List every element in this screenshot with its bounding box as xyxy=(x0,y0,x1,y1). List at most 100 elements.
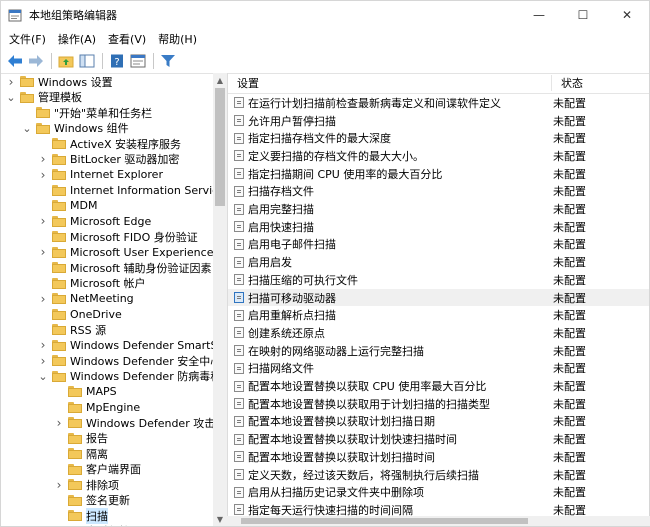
tree-node[interactable]: ⌄ 管理模板 xyxy=(5,90,82,105)
chevron-right-icon[interactable]: › xyxy=(37,245,49,259)
tree-node[interactable]: › BitLocker 驱动器加密 xyxy=(37,152,180,167)
up-folder-button[interactable] xyxy=(56,51,76,71)
policy-row[interactable]: 定义天数，经过该天数后，将强制执行后续扫描 未配置 xyxy=(228,466,649,484)
help-icon: ? xyxy=(111,54,123,68)
tree-node-label: Internet Explorer xyxy=(70,168,163,181)
policy-row[interactable]: 启用电子邮件扫描 未配置 xyxy=(228,236,649,254)
policy-row[interactable]: 启用快速扫描 未配置 xyxy=(228,218,649,236)
toolbar-separator xyxy=(153,53,154,69)
policy-row[interactable]: 扫描网络文件 未配置 xyxy=(228,360,649,378)
tree-node[interactable]: › Microsoft User Experience V xyxy=(37,245,213,260)
policy-row[interactable]: 启用启发 未配置 xyxy=(228,253,649,271)
scroll-down-arrow-icon[interactable]: ▼ xyxy=(213,512,227,526)
settings-horizontal-scrollbar[interactable] xyxy=(227,516,650,526)
properties-button[interactable] xyxy=(128,51,148,71)
tree-node[interactable]: 扫描 xyxy=(53,507,108,524)
back-button[interactable] xyxy=(5,51,25,71)
policy-row[interactable]: 配置本地设置替换以获取计划扫描时间 未配置 xyxy=(228,448,649,466)
scroll-up-arrow-icon[interactable]: ▲ xyxy=(213,73,227,87)
chevron-right-icon[interactable]: › xyxy=(37,214,49,228)
tree-node[interactable]: › Microsoft Edge xyxy=(37,214,152,229)
policy-row[interactable]: 扫描可移动驱动器 未配置 xyxy=(228,288,649,307)
chevron-right-icon[interactable]: › xyxy=(53,416,65,430)
tree-node[interactable]: ⌄ Windows 组件 xyxy=(21,121,128,136)
chevron-right-icon[interactable]: › xyxy=(53,478,65,492)
chevron-right-icon[interactable]: › xyxy=(37,292,49,306)
chevron-down-icon[interactable]: ⌄ xyxy=(21,122,33,135)
column-header-setting[interactable]: 设置 xyxy=(237,75,259,91)
menu-help[interactable]: 帮助(H) xyxy=(154,31,205,47)
menu-action[interactable]: 操作(A) xyxy=(54,31,104,47)
chevron-right-icon[interactable]: › xyxy=(5,75,17,89)
tree-node[interactable]: Internet Information Service xyxy=(37,183,213,198)
tree-node[interactable]: RSS 源 xyxy=(37,322,106,337)
tree-node[interactable]: 实时保护 xyxy=(53,524,130,526)
policy-row[interactable]: 创建系统还原点 未配置 xyxy=(228,324,649,342)
tree-node-label: 签名更新 xyxy=(86,494,130,507)
tree-node[interactable]: › Windows Defender 攻击防 xyxy=(53,415,213,430)
policy-name: 扫描存档文件 xyxy=(248,185,314,199)
policy-row[interactable]: 配置本地设置替换以获取用于计划扫描的扫描类型 未配置 xyxy=(228,395,649,413)
tree-node[interactable]: › 排除项 xyxy=(53,477,119,492)
tree-node-label: RSS 源 xyxy=(70,323,107,337)
tree-node[interactable]: ActiveX 安装程序服务 xyxy=(37,136,181,151)
policy-setting-icon xyxy=(234,292,244,304)
tree-node[interactable]: 签名更新 xyxy=(53,493,130,508)
tree-node[interactable]: › Windows 设置 xyxy=(5,74,113,89)
tree-node[interactable]: › Windows Defender SmartSc xyxy=(37,338,213,353)
chevron-right-icon[interactable]: › xyxy=(37,354,49,368)
policy-state: 未配置 xyxy=(553,256,586,270)
tree-node-label: 隔离 xyxy=(86,447,108,461)
tree-node[interactable]: MpEngine xyxy=(53,400,140,415)
menu-view[interactable]: 查看(V) xyxy=(104,31,154,47)
policy-row[interactable]: 启用从扫描历史记录文件夹中删除项 未配置 xyxy=(228,483,649,501)
tree-node[interactable]: Microsoft 辅助身份验证因素 xyxy=(37,260,212,275)
tree-node[interactable]: Microsoft FIDO 身份验证 xyxy=(37,229,198,244)
policy-row[interactable]: 在运行计划扫描前检查最新病毒定义和间谍软件定义 未配置 xyxy=(228,94,649,112)
tree-node[interactable]: MDM xyxy=(37,198,97,213)
tree-node[interactable]: › Internet Explorer xyxy=(37,167,163,182)
chevron-down-icon[interactable]: ⌄ xyxy=(5,91,17,104)
policy-row[interactable]: 指定扫描存档文件的最大深度 未配置 xyxy=(228,129,649,147)
chevron-right-icon[interactable]: › xyxy=(37,152,49,166)
tree-node[interactable]: MAPS xyxy=(53,384,117,399)
settings-hscroll-thumb[interactable] xyxy=(241,518,528,524)
close-button[interactable]: ✕ xyxy=(605,1,649,28)
policy-row[interactable]: 在映射的网络驱动器上运行完整扫描 未配置 xyxy=(228,342,649,360)
policy-row[interactable]: 配置本地设置替换以获取计划快速扫描时间 未配置 xyxy=(228,430,649,448)
tree-node[interactable]: 隔离 xyxy=(53,446,108,461)
tree-node[interactable]: 客户端界面 xyxy=(53,462,141,477)
tree-node[interactable]: ⌄ Windows Defender 防病毒程 xyxy=(37,369,213,384)
policy-row[interactable]: 允许用户暂停扫描 未配置 xyxy=(228,112,649,130)
policy-row[interactable]: 配置本地设置替换以获取计划扫描日期 未配置 xyxy=(228,413,649,431)
toolbar: ? xyxy=(1,49,649,74)
tree-node[interactable]: "开始"菜单和任务栏 xyxy=(21,105,152,120)
chevron-right-icon[interactable]: › xyxy=(37,338,49,352)
policy-row[interactable]: 配置本地设置替换以获取 CPU 使用率最大百分比 未配置 xyxy=(228,377,649,395)
tree-vertical-scrollbar[interactable]: ▲ ▼ xyxy=(213,73,227,526)
column-header-state[interactable]: 状态 xyxy=(561,75,583,91)
tree-node[interactable]: › NetMeeting xyxy=(37,291,134,306)
policy-row[interactable]: 扫描压缩的可执行文件 未配置 xyxy=(228,271,649,289)
filter-button[interactable] xyxy=(158,51,178,71)
chevron-down-icon[interactable]: ⌄ xyxy=(37,370,49,383)
menu-file[interactable]: 文件(F) xyxy=(5,31,54,47)
tree-node[interactable]: 报告 xyxy=(53,431,108,446)
minimize-button[interactable]: — xyxy=(517,1,561,28)
show-hide-tree-button[interactable] xyxy=(77,51,97,71)
maximize-button[interactable]: ☐ xyxy=(561,1,605,28)
forward-button[interactable] xyxy=(26,51,46,71)
tree-scroll-thumb[interactable] xyxy=(215,88,225,206)
policy-row[interactable]: 定义要扫描的存档文件的最大大小。 未配置 xyxy=(228,147,649,165)
policy-row[interactable]: 扫描存档文件 未配置 xyxy=(228,183,649,201)
policy-row[interactable]: 启用重解析点扫描 未配置 xyxy=(228,306,649,324)
policy-row[interactable]: 启用完整扫描 未配置 xyxy=(228,200,649,218)
tree-node[interactable]: OneDrive xyxy=(37,307,122,322)
column-divider[interactable] xyxy=(551,75,552,91)
tree-node[interactable]: › Windows Defender 安全中心 xyxy=(37,353,213,368)
policy-row[interactable]: 指定扫描期间 CPU 使用率的最大百分比 未配置 xyxy=(228,165,649,183)
folder-icon xyxy=(52,339,66,351)
tree-node[interactable]: Microsoft 帐户 xyxy=(37,276,146,291)
chevron-right-icon[interactable]: › xyxy=(37,168,49,182)
help-button[interactable]: ? xyxy=(107,51,127,71)
